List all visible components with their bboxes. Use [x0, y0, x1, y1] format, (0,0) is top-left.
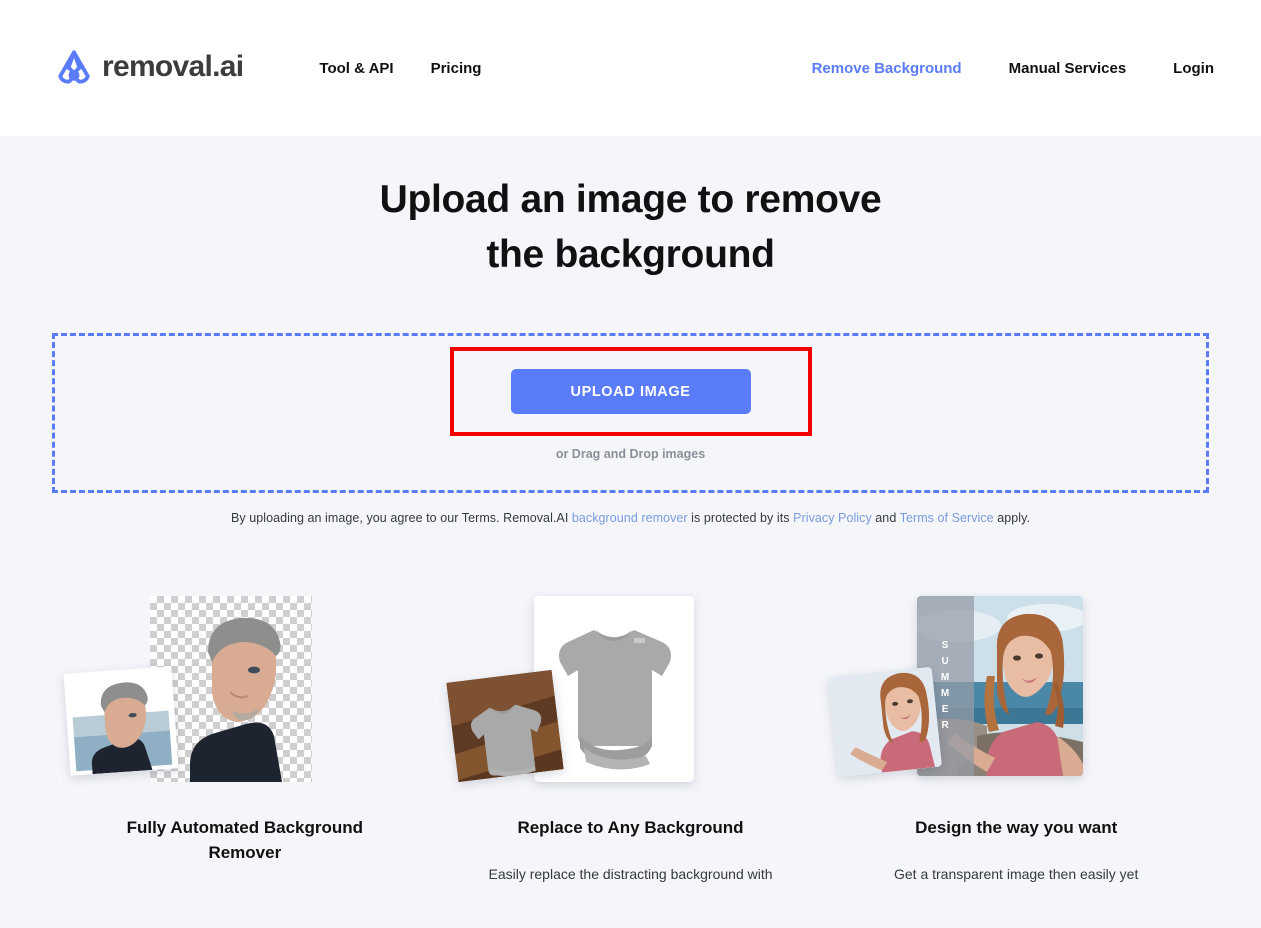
legal-text-part-2: is protected by its [687, 510, 794, 525]
removal-ai-logo-icon [58, 50, 90, 84]
feature-art-man-portrait [52, 588, 438, 793]
upload-section: UPLOAD IMAGE or Drag and Drop images [52, 283, 1209, 493]
man-original-photo-svg [63, 666, 179, 776]
feature-description: Get a transparent image then easily yet [894, 865, 1139, 882]
drag-and-drop-hint: or Drag and Drop images [555, 447, 706, 462]
secondary-navigation: Remove Background Manual Services Login [812, 60, 1214, 77]
summer-letter: M [940, 672, 951, 684]
page-title: Upload an image to remove the background [0, 172, 1261, 283]
feature-art-tshirt [438, 588, 824, 793]
feature-title: Fully Automated Background Remover [126, 817, 364, 862]
primary-navigation: Tool & API Pricing [319, 60, 481, 77]
hero-section: Upload an image to remove the background [0, 136, 1261, 283]
features-section: Fully Automated Background Remover Repla… [0, 525, 1261, 889]
nav-item-tool-api[interactable]: Tool & API [319, 60, 393, 77]
link-terms-of-service[interactable]: Terms of Service [900, 511, 994, 525]
page-title-line-2: the background [486, 233, 775, 277]
feature-title: Replace to Any Background [517, 817, 744, 837]
man-original-photo [63, 666, 179, 776]
legal-disclaimer: By uploading an image, you agree to our … [0, 493, 1261, 525]
nav-item-remove-background[interactable]: Remove Background [812, 60, 962, 77]
upload-image-button[interactable]: UPLOAD IMAGE [510, 369, 751, 415]
logo-text: removal.ai [102, 50, 244, 83]
link-privacy-policy[interactable]: Privacy Policy [793, 511, 872, 525]
tshirt-wood-svg [445, 669, 564, 782]
summer-letter: E [941, 704, 950, 716]
summer-letter: U [941, 656, 950, 668]
file-dropzone[interactable]: UPLOAD IMAGE or Drag and Drop images [52, 332, 1209, 493]
logo[interactable]: removal.ai [52, 45, 244, 89]
nav-item-pricing[interactable]: Pricing [431, 60, 482, 77]
woman-original-svg [828, 666, 943, 777]
feature-card-design-your-way: S U M M E R Design the way you want Get … [823, 588, 1209, 889]
woman-designed-photo: S U M M E R [917, 595, 1084, 776]
feature-art-woman-summer: S U M M E R [823, 588, 1209, 793]
tshirt-wood-background-photo [445, 669, 564, 782]
feature-card-automated-remover: Fully Automated Background Remover [52, 588, 438, 889]
woman-original-photo [828, 666, 943, 777]
summer-letter: M [940, 688, 951, 700]
legal-text-part-3: and [871, 510, 900, 525]
summer-letter: S [941, 640, 950, 652]
page-title-line-1: Upload an image to remove [379, 178, 882, 221]
summer-letter: R [941, 720, 950, 732]
legal-text-part-1: By uploading an image, you agree to our … [230, 510, 572, 525]
upload-button-highlight: UPLOAD IMAGE [449, 347, 812, 437]
feature-description: Easily replace the distracting backgroun… [488, 865, 773, 882]
nav-item-manual-services[interactable]: Manual Services [1009, 60, 1127, 77]
feature-title: Design the way you want [915, 817, 1118, 837]
nav-item-login[interactable]: Login [1173, 60, 1214, 77]
feature-card-replace-background: Replace to Any Background Easily replace… [438, 588, 824, 889]
legal-text-part-4: apply. [993, 510, 1031, 525]
link-background-remover[interactable]: background remover [572, 511, 688, 525]
site-header: removal.ai Tool & API Pricing Remove Bac… [0, 0, 1261, 136]
